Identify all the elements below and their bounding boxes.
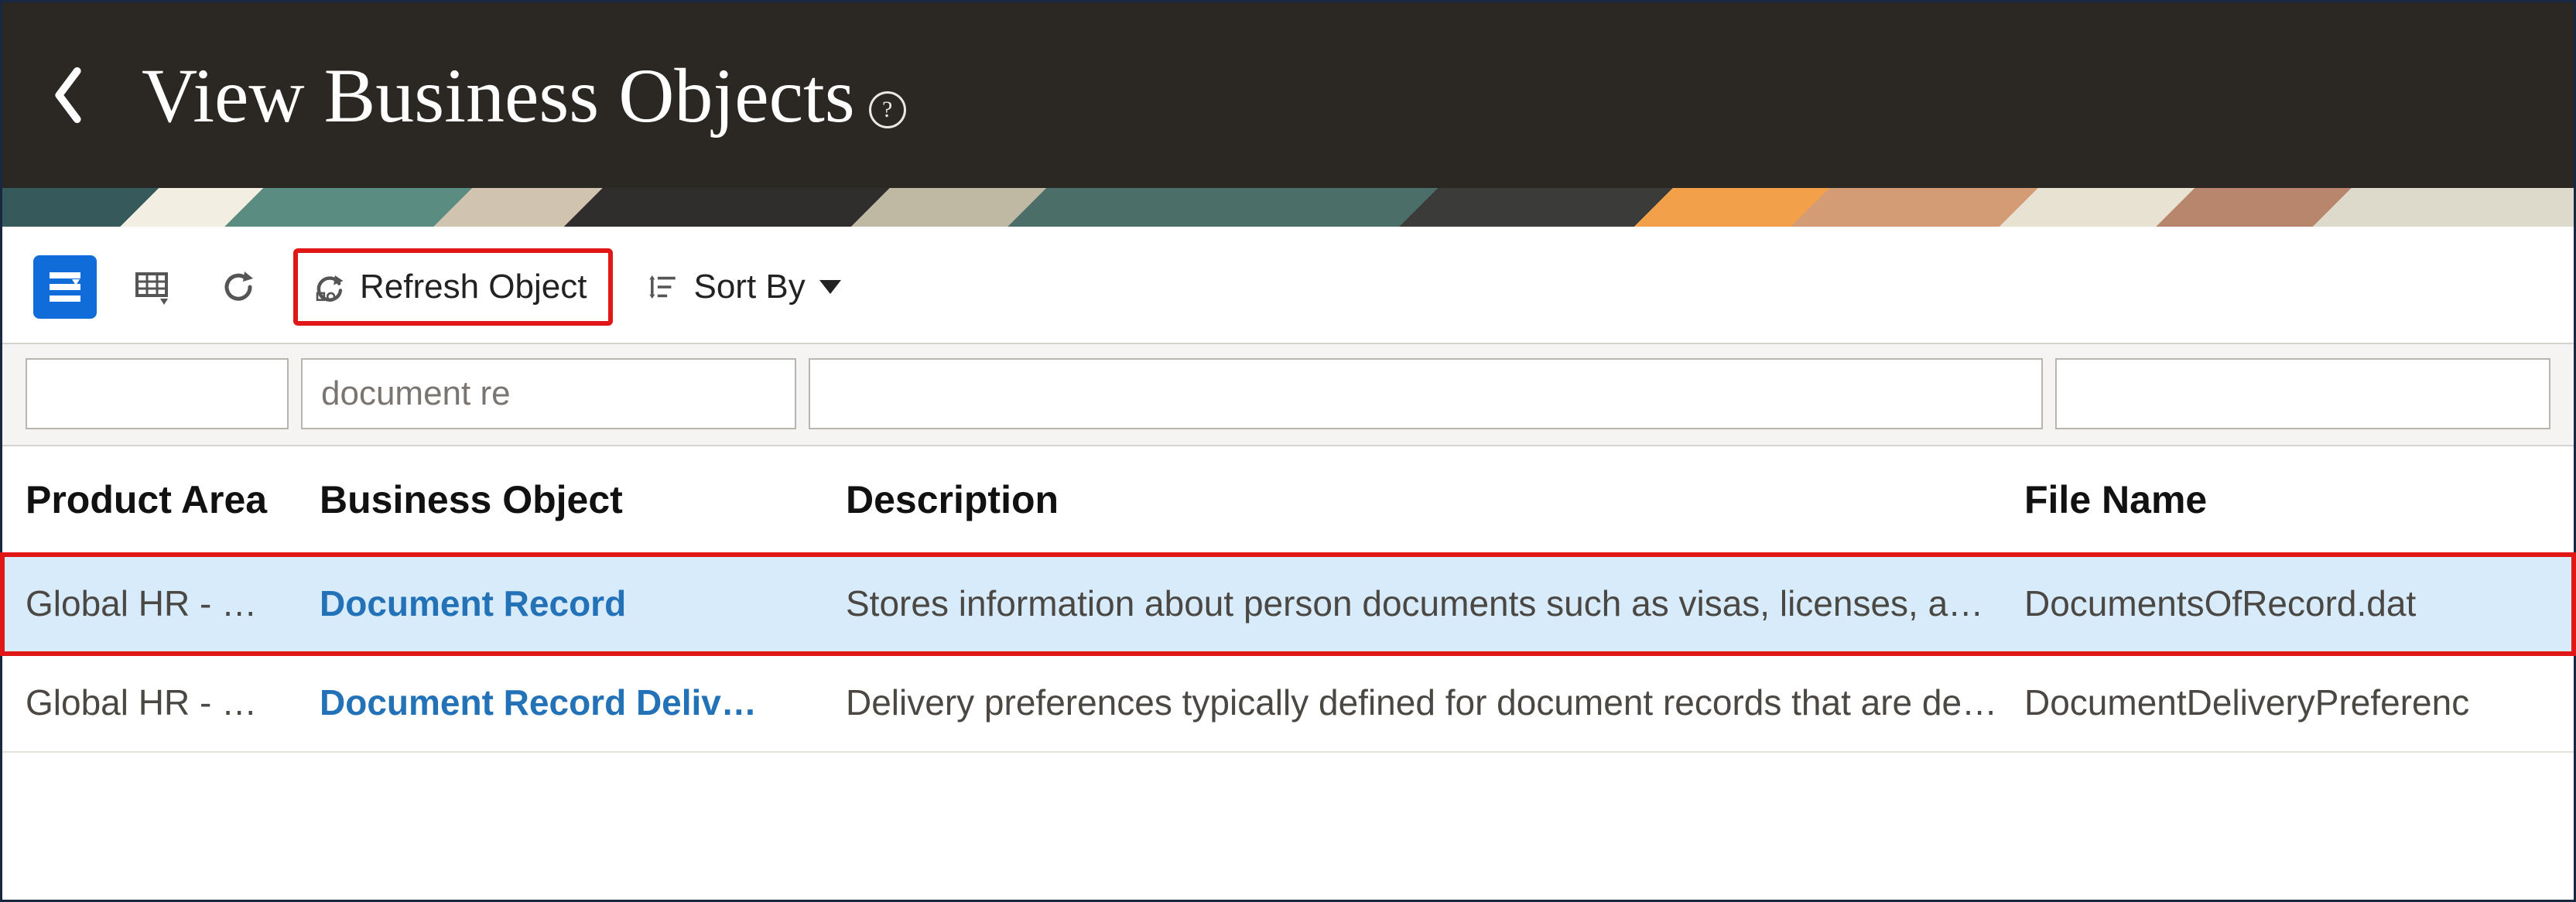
table-header: Product Area Business Object Description… [2, 446, 2574, 555]
chevron-down-icon [819, 280, 841, 294]
col-product-area: Product Area [26, 477, 320, 522]
cell-product-area: Global HR - … [26, 583, 320, 624]
filter-icon [46, 268, 84, 306]
chevron-left-icon [50, 65, 87, 125]
table-view-button[interactable] [120, 255, 183, 319]
refresh-button[interactable] [207, 255, 270, 319]
table-row[interactable]: Global HR - … Document Record Deliv… Del… [2, 654, 2574, 753]
cell-product-area: Global HR - … [26, 682, 320, 723]
filter-panel-button[interactable] [33, 255, 97, 319]
refresh-object-icon [312, 270, 346, 304]
page-title: View Business Objects [142, 51, 855, 140]
col-description: Description [846, 477, 2024, 522]
table-icon [132, 268, 171, 306]
sort-by-button[interactable]: Sort By [636, 255, 850, 319]
decorative-banner [2, 188, 2574, 227]
business-object-link[interactable]: Document Record [320, 583, 846, 624]
cell-file-name: DocumentDeliveryPreferenc [2024, 682, 2550, 723]
refresh-icon [219, 268, 258, 306]
col-file-name: File Name [2024, 477, 2550, 522]
col-business-object: Business Object [320, 477, 846, 522]
sort-by-label: Sort By [693, 268, 805, 306]
sort-icon [645, 270, 679, 304]
refresh-object-label: Refresh Object [360, 268, 587, 306]
refresh-object-button[interactable]: Refresh Object [293, 248, 613, 326]
cell-description: Delivery preferences typically defined f… [846, 682, 2024, 723]
filter-row [2, 343, 2574, 446]
filter-product-area-input[interactable] [26, 358, 289, 429]
cell-file-name: DocumentsOfRecord.dat [2024, 583, 2550, 624]
table-row[interactable]: Global HR - … Document Record Stores inf… [2, 555, 2574, 654]
filter-file-name-input[interactable] [2055, 358, 2550, 429]
page-header: View Business Objects ? [2, 2, 2574, 188]
filter-business-object-input[interactable] [301, 358, 796, 429]
filter-description-input[interactable] [809, 358, 2043, 429]
back-button[interactable] [41, 68, 95, 122]
toolbar: Refresh Object Sort By [2, 227, 2574, 343]
cell-description: Stores information about person document… [846, 583, 2024, 624]
business-object-link[interactable]: Document Record Deliv… [320, 682, 846, 723]
help-icon[interactable]: ? [869, 91, 906, 128]
page-title-wrap: View Business Objects ? [142, 51, 906, 140]
